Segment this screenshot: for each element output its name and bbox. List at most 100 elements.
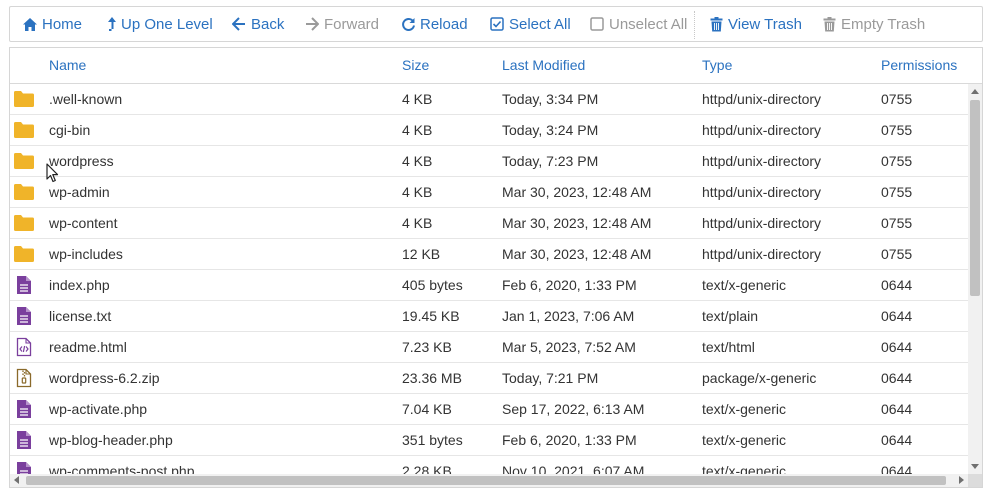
- file-name[interactable]: license.txt: [49, 301, 111, 331]
- file-name[interactable]: cgi-bin: [49, 115, 90, 145]
- file-size: 12 KB: [402, 246, 441, 262]
- file-row[interactable]: cgi-bin 4 KB Today, 3:24 PM httpd/unix-dire…: [10, 115, 968, 146]
- horizontal-scrollbar[interactable]: [10, 474, 968, 487]
- file-name[interactable]: readme.html: [49, 332, 127, 362]
- file-type: text/html: [702, 339, 755, 355]
- arrow-left-icon: [231, 16, 247, 32]
- folder-icon: [13, 151, 35, 171]
- file-permissions: 0755: [881, 184, 913, 200]
- select-all-button[interactable]: Select All: [489, 7, 571, 41]
- file-type: httpd/unix-directory: [702, 246, 822, 262]
- file-row[interactable]: wp-activate.php 7.04 KB Sep 17, 2022, 6:13…: [10, 394, 968, 425]
- checkbox-empty-icon: [589, 16, 605, 32]
- file-last-modified: Sep 17, 2022, 6:13 AM: [502, 401, 645, 417]
- back-button[interactable]: Back: [231, 7, 284, 41]
- text-file-icon: [13, 306, 35, 326]
- scroll-down-arrow-icon[interactable]: [971, 464, 979, 469]
- view-trash-button[interactable]: View Trash: [708, 7, 802, 41]
- file-type: httpd/unix-directory: [702, 91, 822, 107]
- text-file-icon: [13, 275, 35, 295]
- folder-icon: [13, 89, 35, 109]
- column-header-last-modified[interactable]: Last Modified: [502, 48, 585, 83]
- reload-label: Reload: [420, 15, 468, 33]
- file-size: 4 KB: [402, 184, 433, 200]
- file-permissions: 0755: [881, 153, 913, 169]
- vertical-scrollbar[interactable]: [968, 84, 982, 474]
- home-label: Home: [42, 15, 83, 33]
- column-header-type[interactable]: Type: [702, 48, 732, 83]
- horizontal-scrollbar-thumb[interactable]: [26, 476, 946, 485]
- file-permissions: 0755: [881, 122, 913, 138]
- scrollbar-corner: [968, 474, 982, 487]
- file-row[interactable]: index.php 405 bytes Feb 6, 2020, 1:33 PM te…: [10, 270, 968, 301]
- file-row[interactable]: readme.html 7.23 KB Mar 5, 2023, 7:52 AM te…: [10, 332, 968, 363]
- scroll-right-arrow-icon[interactable]: [959, 476, 964, 484]
- file-row[interactable]: wp-blog-header.php 351 bytes Feb 6, 2020, …: [10, 425, 968, 456]
- file-last-modified: Mar 30, 2023, 12:48 AM: [502, 215, 652, 231]
- scroll-left-arrow-icon[interactable]: [14, 476, 19, 484]
- file-last-modified: Today, 3:34 PM: [502, 91, 599, 107]
- file-size: 2.28 KB: [402, 463, 452, 474]
- scroll-up-arrow-icon[interactable]: [971, 89, 979, 94]
- column-header-permissions[interactable]: Permissions: [881, 48, 957, 83]
- file-permissions: 0644: [881, 432, 913, 448]
- file-type: httpd/unix-directory: [702, 215, 822, 231]
- file-permissions: 0755: [881, 246, 913, 262]
- vertical-scrollbar-thumb[interactable]: [970, 100, 980, 296]
- up-one-level-button[interactable]: Up One Level: [107, 7, 213, 41]
- file-permissions: 0644: [881, 463, 913, 474]
- file-type: text/x-generic: [702, 432, 787, 448]
- file-size: 4 KB: [402, 91, 433, 107]
- file-name[interactable]: wp-includes: [49, 239, 123, 269]
- unselect-all-button[interactable]: Unselect All: [589, 7, 687, 41]
- file-last-modified: Today, 3:24 PM: [502, 122, 599, 138]
- up-one-level-label: Up One Level: [121, 15, 213, 33]
- column-header-size[interactable]: Size: [402, 48, 429, 83]
- file-permissions: 0644: [881, 339, 913, 355]
- file-name[interactable]: wp-comments-post.php: [49, 456, 195, 474]
- file-row[interactable]: wordpress 4 KB Today, 7:23 PM httpd/unix-di…: [10, 146, 968, 177]
- file-row[interactable]: wp-comments-post.php 2.28 KB Nov 10, 2021,…: [10, 456, 968, 474]
- file-type: text/plain: [702, 308, 759, 324]
- file-size: 7.04 KB: [402, 401, 452, 417]
- file-size: 351 bytes: [402, 432, 463, 448]
- file-last-modified: Today, 7:23 PM: [502, 153, 599, 169]
- file-name[interactable]: index.php: [49, 270, 110, 300]
- text-file-icon: [13, 430, 35, 450]
- file-permissions: 0644: [881, 308, 913, 324]
- file-name[interactable]: wp-activate.php: [49, 394, 147, 424]
- file-name[interactable]: wp-blog-header.php: [49, 425, 173, 455]
- column-header-name[interactable]: Name: [49, 48, 86, 83]
- file-permissions: 0644: [881, 277, 913, 293]
- refresh-icon: [400, 16, 416, 32]
- forward-label: Forward: [324, 15, 380, 33]
- file-type: text/x-generic: [702, 401, 787, 417]
- file-row[interactable]: license.txt 19.45 KB Jan 1, 2023, 7:06 AM t…: [10, 301, 968, 332]
- file-size: 4 KB: [402, 153, 433, 169]
- file-last-modified: Nov 10, 2021, 6:07 AM: [502, 463, 645, 474]
- forward-button[interactable]: Forward: [304, 7, 379, 41]
- file-name[interactable]: wordpress-6.2.zip: [49, 363, 160, 393]
- file-name[interactable]: wp-admin: [49, 177, 110, 207]
- file-table-body: .well-known 4 KB Today, 3:34 PM httpd/unix-…: [10, 84, 968, 474]
- home-button[interactable]: Home: [22, 7, 82, 41]
- file-row[interactable]: wp-content 4 KB Mar 30, 2023, 12:48 AM http…: [10, 208, 968, 239]
- file-list-panel: Name Size Last Modified Type Permissions…: [9, 47, 983, 488]
- file-row[interactable]: wp-admin 4 KB Mar 30, 2023, 12:48 AM httpd/…: [10, 177, 968, 208]
- file-table-header: Name Size Last Modified Type Permissions: [10, 48, 982, 84]
- file-manager-toolbar: Home Up One Level Back Forward Reload Se…: [9, 6, 983, 42]
- file-row[interactable]: wp-includes 12 KB Mar 30, 2023, 12:48 AM ht…: [10, 239, 968, 270]
- file-permissions: 0644: [881, 370, 913, 386]
- file-name[interactable]: .well-known: [49, 84, 122, 114]
- file-row[interactable]: wordpress-6.2.zip 23.36 MB Today, 7:21 PM p…: [10, 363, 968, 394]
- file-name[interactable]: wordpress: [49, 146, 114, 176]
- empty-trash-button[interactable]: Empty Trash: [821, 7, 925, 41]
- reload-button[interactable]: Reload: [400, 7, 468, 41]
- file-row[interactable]: .well-known 4 KB Today, 3:34 PM httpd/unix-…: [10, 84, 968, 115]
- folder-icon: [13, 182, 35, 202]
- checkbox-checked-icon: [489, 16, 505, 32]
- file-last-modified: Mar 30, 2023, 12:48 AM: [502, 246, 652, 262]
- file-name[interactable]: wp-content: [49, 208, 117, 238]
- file-size: 23.36 MB: [402, 370, 462, 386]
- text-file-icon: [13, 399, 35, 419]
